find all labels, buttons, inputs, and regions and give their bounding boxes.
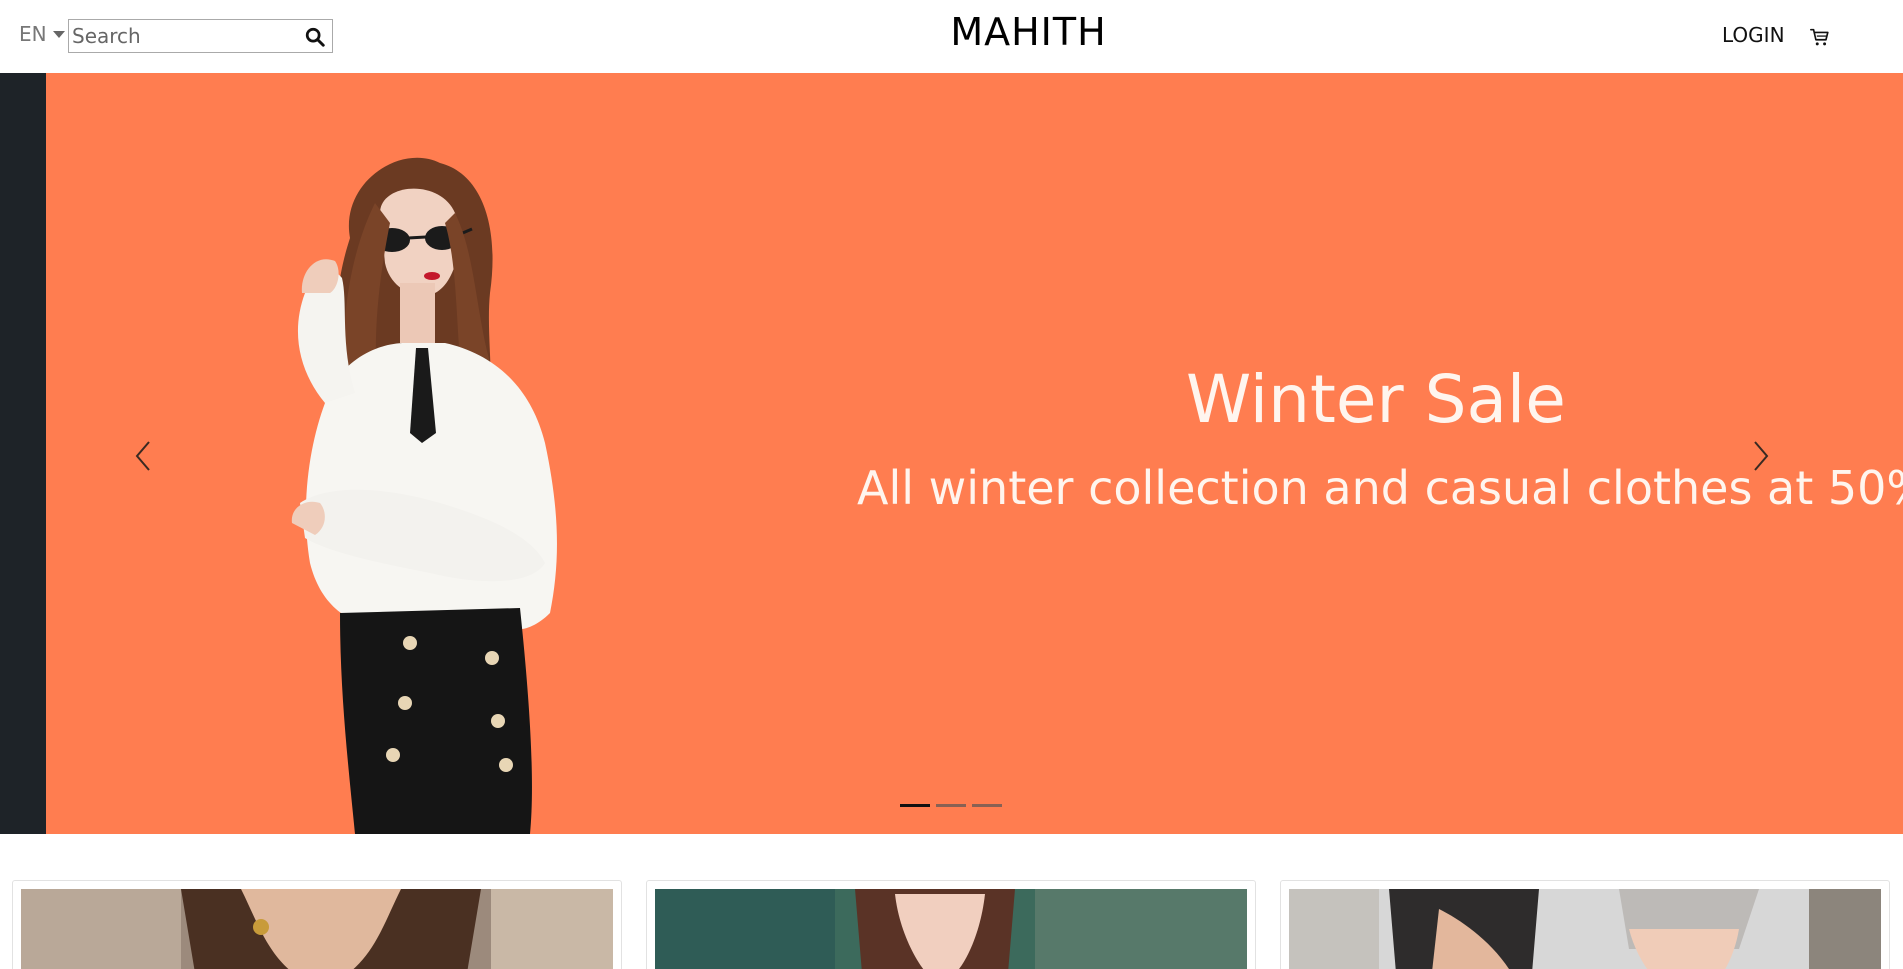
slide-edge-strip	[0, 73, 46, 834]
carousel-indicator[interactable]	[936, 804, 966, 807]
site-header: EN MAHITH LOGIN	[0, 0, 1903, 73]
brand-logo[interactable]: MAHITH	[0, 10, 1903, 54]
category-card[interactable]	[1280, 880, 1890, 969]
hero-carousel: Winter Sale All winter collection and ca…	[0, 73, 1903, 834]
carousel-indicator[interactable]	[900, 804, 930, 807]
carousel-indicator[interactable]	[972, 804, 1002, 807]
card-image-woman-portrait	[21, 889, 613, 969]
hero-title: Winter Sale	[1186, 361, 1566, 438]
hero-subtitle: All winter collection and casual clothes…	[857, 461, 1903, 515]
category-card[interactable]	[12, 880, 622, 969]
carousel-indicators	[900, 804, 1002, 807]
model-photo	[291, 157, 557, 834]
category-card[interactable]	[646, 880, 1256, 969]
card-image-woman-smiling	[655, 889, 1247, 969]
category-cards	[12, 880, 1891, 969]
card-image-couple-winter	[1289, 889, 1881, 969]
cart-icon[interactable]	[1809, 26, 1831, 48]
login-link[interactable]: LOGIN	[1722, 23, 1785, 47]
chevron-left-icon[interactable]	[129, 438, 159, 474]
